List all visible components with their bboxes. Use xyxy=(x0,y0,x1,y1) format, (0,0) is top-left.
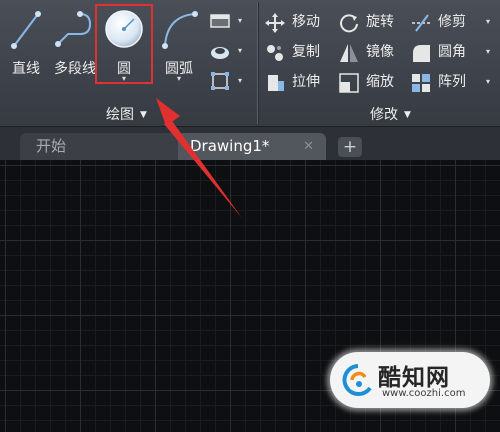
draw-group-title: 绘图 xyxy=(106,107,134,123)
draw-group-expand-icon: ▼ xyxy=(140,110,147,120)
trim-tool-button[interactable]: 修剪 ▾ xyxy=(410,10,490,34)
rectangle-icon xyxy=(210,14,230,28)
tab-drawing1[interactable]: Drawing1* ✕ xyxy=(178,133,326,160)
line-tool-button[interactable]: 直线 xyxy=(6,4,46,84)
array-dropdown-arrow[interactable]: ▾ xyxy=(486,70,490,94)
rotate-icon xyxy=(340,14,358,33)
draw-group-label[interactable]: 绘图 ▼ xyxy=(106,104,147,124)
scale-icon xyxy=(339,73,359,93)
polyline-tool-button[interactable]: 多段线 xyxy=(50,4,100,84)
new-tab-button[interactable]: + xyxy=(338,137,362,157)
arc-dropdown-arrow[interactable]: ▾ xyxy=(157,74,201,83)
array-tool-label: 阵列 xyxy=(438,74,466,90)
polyline-tool-label: 多段线 xyxy=(54,61,96,77)
modify-group-label[interactable]: 修改 ▼ xyxy=(370,104,411,124)
tab-drawing1-label: Drawing1* xyxy=(190,137,270,155)
document-tab-bar: 开始 Drawing1* ✕ + xyxy=(0,126,500,160)
ribbon-group-divider xyxy=(257,2,258,124)
hatch-icon xyxy=(211,47,229,59)
fillet-icon xyxy=(413,45,430,62)
stretch-tool-label: 拉伸 xyxy=(292,74,320,90)
watermark: 酷知网 www.coozhi.com xyxy=(330,352,490,408)
trim-tool-label: 修剪 xyxy=(438,14,466,30)
fillet-dropdown-arrow[interactable]: ▾ xyxy=(486,40,490,64)
rectangle-tool-button[interactable]: ▾ xyxy=(208,10,248,34)
rotate-tool-button[interactable]: 旋转 xyxy=(338,10,408,34)
line-icon xyxy=(11,11,41,49)
fillet-tool-button[interactable]: 圆角 ▾ xyxy=(410,40,490,64)
rectangle-dropdown-arrow[interactable]: ▾ xyxy=(238,16,242,25)
tab-start[interactable]: 开始 xyxy=(20,133,188,160)
mirror-icon xyxy=(340,44,358,62)
mirror-tool-button[interactable]: 镜像 xyxy=(338,40,408,64)
array-icon xyxy=(412,74,430,92)
mirror-tool-label: 镜像 xyxy=(366,44,394,60)
arc-icon xyxy=(162,11,198,49)
polyline-icon xyxy=(55,11,92,47)
tab-start-label: 开始 xyxy=(36,137,67,155)
line-tool-label: 直线 xyxy=(12,61,40,77)
rotate-tool-label: 旋转 xyxy=(366,14,394,30)
modify-group-title: 修改 xyxy=(370,107,398,123)
copy-tool-button[interactable]: 复制 xyxy=(264,40,334,64)
fillet-tool-label: 圆角 xyxy=(438,44,466,60)
watermark-logo-icon xyxy=(338,360,378,400)
scale-tool-button[interactable]: 缩放 xyxy=(338,70,408,94)
move-tool-button[interactable]: 移动 xyxy=(264,10,334,34)
arc-tool-button[interactable]: 圆弧 ▾ xyxy=(157,4,201,84)
trim-icon xyxy=(412,14,432,32)
circle-highlight-box xyxy=(95,4,153,84)
copy-tool-label: 复制 xyxy=(292,44,320,60)
plus-icon: + xyxy=(342,137,358,157)
hatch-tool-button[interactable]: ▾ xyxy=(208,40,248,64)
ribbon: 直线 多段线 圆 ▾ 圆弧 ▾ ▾ ▾ ▾ 移动 旋转 修剪 ▾ 复制 镜像 圆… xyxy=(0,0,500,126)
modify-group-expand-icon: ▼ xyxy=(404,110,411,120)
hatch-dropdown-arrow[interactable]: ▾ xyxy=(238,46,242,55)
watermark-url: www.coozhi.com xyxy=(382,388,466,399)
boundary-icon xyxy=(211,72,229,90)
move-icon xyxy=(265,13,285,33)
boundary-dropdown-arrow[interactable]: ▾ xyxy=(238,76,242,85)
watermark-name: 酷知网 xyxy=(378,365,450,391)
trim-dropdown-arrow[interactable]: ▾ xyxy=(486,10,490,34)
move-tool-label: 移动 xyxy=(292,14,320,30)
scale-tool-label: 缩放 xyxy=(366,74,394,90)
close-icon[interactable]: ✕ xyxy=(303,133,314,160)
boundary-tool-button[interactable]: ▾ xyxy=(208,70,248,94)
copy-icon xyxy=(267,45,283,61)
stretch-tool-button[interactable]: 拉伸 xyxy=(264,70,334,94)
stretch-icon xyxy=(268,75,284,91)
array-tool-button[interactable]: 阵列 ▾ xyxy=(410,70,490,94)
